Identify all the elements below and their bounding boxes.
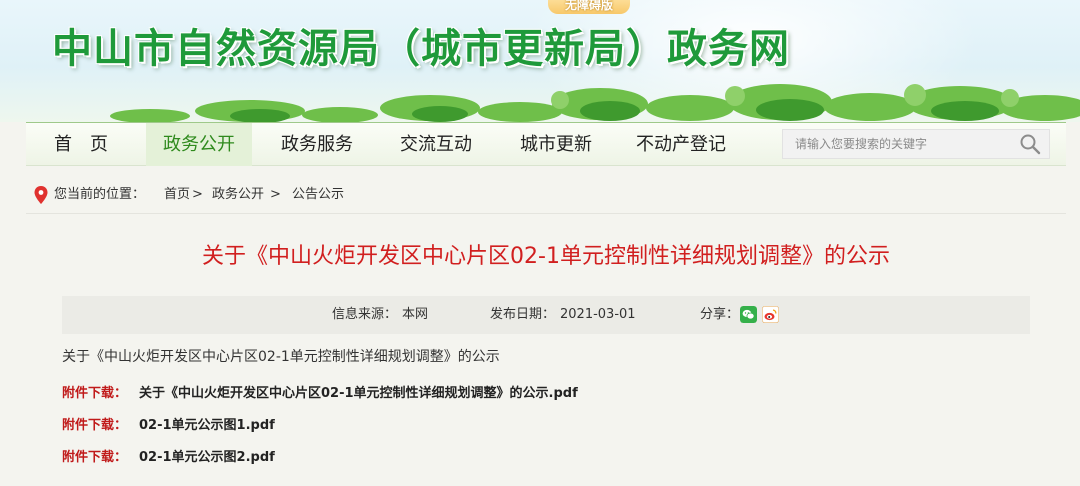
share-label: 分享： bbox=[700, 307, 740, 322]
wechat-icon[interactable] bbox=[740, 306, 757, 323]
tree-line-decoration bbox=[110, 84, 1080, 122]
search-icon[interactable] bbox=[1019, 133, 1041, 155]
attachment-row: 附件下载： 02-1单元公示图2.pdf bbox=[62, 446, 275, 465]
breadcrumb-separator: > bbox=[270, 187, 281, 202]
main-nav: 首 页 政务公开 政务服务 交流互动 城市更新 不动产登记 bbox=[26, 122, 1066, 166]
breadcrumb-government-affairs[interactable]: 政务公开 bbox=[212, 176, 264, 214]
breadcrumb-home[interactable]: 首页 bbox=[164, 176, 190, 214]
nav-item-urban-renewal[interactable]: 城市更新 bbox=[500, 123, 612, 166]
date-value: 2021-03-01 bbox=[560, 307, 636, 322]
source-value: 本网 bbox=[402, 307, 429, 322]
site-title: 中山市自然资源局（城市更新局）政务网 bbox=[52, 25, 790, 72]
article-meta: 信息来源： 本网 发布日期： 2021-03-01 分享： bbox=[62, 296, 1030, 334]
attachment-link[interactable]: 关于《中山火炬开发区中心片区02-1单元控制性详细规划调整》的公示.pdf bbox=[139, 386, 578, 401]
search-input[interactable] bbox=[783, 130, 1013, 158]
date-label: 发布日期： bbox=[490, 307, 556, 322]
breadcrumb: 您当前的位置： 首页 > 政务公开 > 公告公示 bbox=[26, 176, 1066, 214]
attachment-link[interactable]: 02-1单元公示图2.pdf bbox=[139, 450, 275, 465]
weibo-icon[interactable] bbox=[762, 306, 779, 323]
article-intro: 关于《中山火炬开发区中心片区02-1单元控制性详细规划调整》的公示 bbox=[62, 349, 500, 365]
breadcrumb-announcements[interactable]: 公告公示 bbox=[292, 176, 344, 214]
attachment-row: 附件下载： 02-1单元公示图1.pdf bbox=[62, 414, 275, 433]
nav-item-interaction[interactable]: 交流互动 bbox=[382, 123, 490, 166]
search-box bbox=[782, 129, 1050, 159]
accessibility-version-link[interactable]: 无障碍版 bbox=[548, 0, 630, 14]
article-title: 关于《中山火炬开发区中心片区02-1单元控制性详细规划调整》的公示 bbox=[202, 244, 890, 269]
breadcrumb-prefix: 您当前的位置： bbox=[54, 187, 146, 202]
nav-item-real-estate-registration[interactable]: 不动产登记 bbox=[618, 123, 744, 166]
attachment-row: 附件下载： 关于《中山火炬开发区中心片区02-1单元控制性详细规划调整》的公示.p… bbox=[62, 382, 578, 401]
nav-item-government-services[interactable]: 政务服务 bbox=[262, 123, 372, 166]
attachment-label: 附件下载： bbox=[62, 386, 128, 401]
attachment-label: 附件下载： bbox=[62, 418, 128, 433]
attachment-label: 附件下载： bbox=[62, 450, 128, 465]
nav-item-home[interactable]: 首 页 bbox=[26, 123, 136, 166]
source-label: 信息来源： bbox=[332, 307, 398, 322]
nav-item-government-affairs[interactable]: 政务公开 bbox=[146, 123, 252, 166]
header-banner: 无障碍版 中山市自然资源局（城市更新局）政务网 bbox=[0, 0, 1080, 122]
breadcrumb-separator: > bbox=[192, 187, 203, 202]
attachment-link[interactable]: 02-1单元公示图1.pdf bbox=[139, 418, 275, 433]
location-pin-icon bbox=[34, 186, 48, 204]
